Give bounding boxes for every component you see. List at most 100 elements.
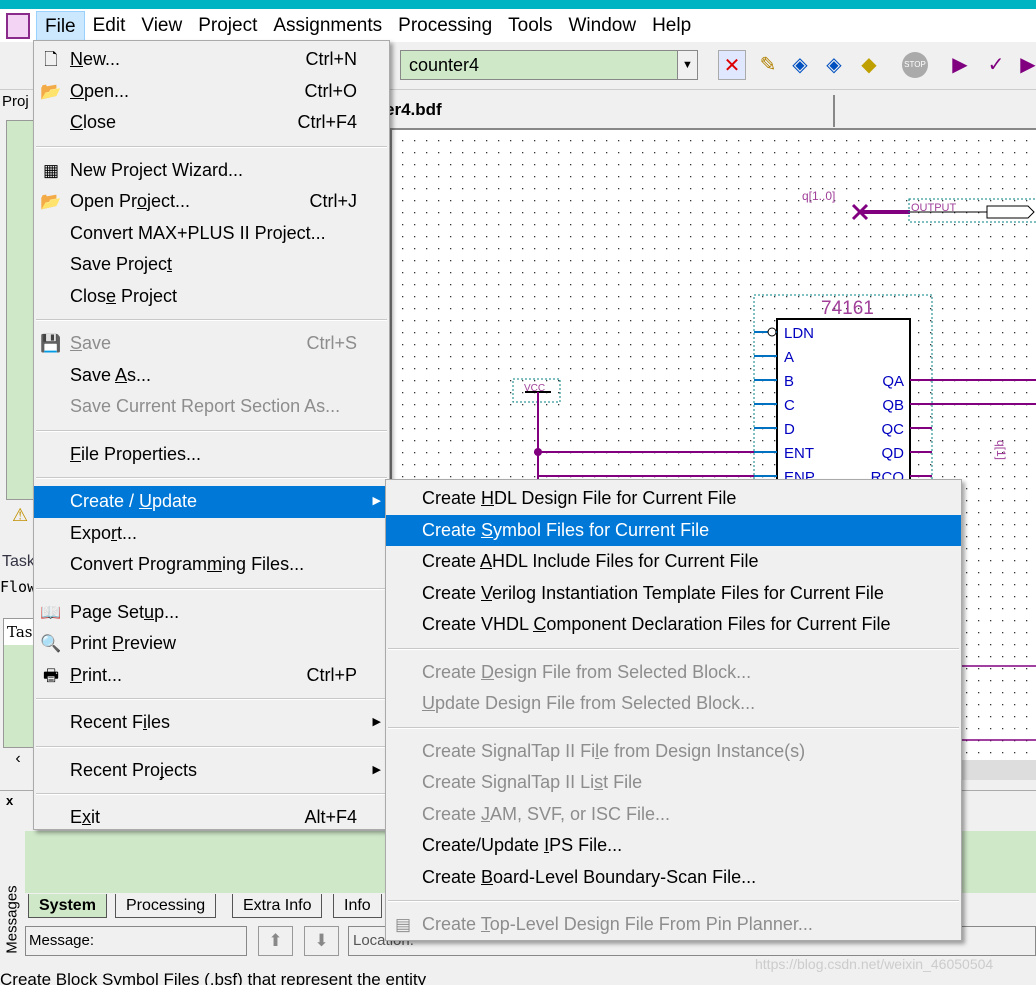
mnemonic-underline: [137, 208, 148, 209]
menu-item-create-board-level-boundary-scan-file[interactable]: Create Board-Level Boundary-Scan File...: [386, 862, 961, 894]
analysis-icon[interactable]: ✎: [754, 50, 782, 80]
mnemonic-underline: [160, 776, 165, 778]
stop-processing-icon[interactable]: ✕: [718, 50, 746, 80]
shortcut-label: Ctrl+J: [309, 191, 357, 211]
fitter-icon[interactable]: ◈: [820, 50, 848, 80]
next-message-icon[interactable]: ⬇: [304, 926, 339, 956]
menu-window[interactable]: Window: [561, 11, 645, 41]
menu-item-create-hdl-design-file-for-current-file[interactable]: Create HDL Design File for Current File: [386, 483, 961, 515]
project-tree[interactable]: [6, 120, 34, 500]
tasks-table[interactable]: Tas: [3, 618, 36, 748]
menu-item-save-current-report-section-as[interactable]: Save Current Report Section As...: [34, 391, 389, 423]
menu-item-file-properties[interactable]: File Properties...: [34, 439, 389, 471]
flow-label: Flow: [0, 578, 37, 596]
submenu-arrow-icon: ▶: [372, 763, 381, 776]
document-tab[interactable]: er4.bdf: [385, 95, 835, 127]
entity-combobox[interactable]: counter4 ▼: [400, 50, 698, 80]
menu-item-new[interactable]: 🗋 New... Ctrl+N: [34, 44, 389, 76]
menu-item-update-design-file-from-selected-block[interactable]: Update Design File from Selected Block..…: [386, 688, 961, 720]
menu-item-create-signaltap-ii-file-from-design-instance-s[interactable]: Create SignalTap II File from Design Ins…: [386, 736, 961, 768]
message-field[interactable]: Message:: [25, 926, 247, 956]
menu-item-save[interactable]: 💾 Save Ctrl+S: [34, 328, 389, 360]
menu-item-export[interactable]: Export...: [34, 518, 389, 550]
menu-item-create-update[interactable]: Create / Update ▶: [34, 486, 389, 518]
menu-help[interactable]: Help: [644, 11, 699, 41]
menu-separator: [34, 691, 389, 707]
menu-processing[interactable]: Processing: [390, 11, 500, 41]
menu-item-recent-files[interactable]: Recent Files ▶: [34, 707, 389, 739]
menu-project[interactable]: Project: [190, 11, 265, 41]
menu-item-label: Create / Update: [70, 491, 198, 511]
warning-icon[interactable]: ⚠: [12, 505, 28, 526]
title-bar: [0, 0, 1036, 9]
menu-item-save-project[interactable]: Save Project: [34, 249, 389, 281]
menu-separator: [34, 139, 389, 155]
menu-item-label: Create Board-Level Boundary-Scan File...: [422, 866, 757, 887]
menu-item-close[interactable]: Close Ctrl+F4: [34, 107, 389, 139]
scroll-left-icon[interactable]: ‹: [3, 750, 33, 772]
input-pin-a: A: [784, 349, 794, 366]
menu-item-convert-programming-files[interactable]: Convert Programming Files...: [34, 549, 389, 581]
mnemonic-underline: [143, 729, 148, 730]
input-pin-ent: ENT: [784, 445, 814, 462]
menu-edit[interactable]: Edit: [85, 11, 134, 41]
mnemonic-underline: [70, 350, 83, 351]
menu-item-create-ahdl-include-files-for-current-file[interactable]: Create AHDL Include Files for Current Fi…: [386, 546, 961, 578]
mnemonic-underline: [144, 618, 155, 620]
tab-system[interactable]: System: [28, 894, 107, 918]
menu-item-print-preview[interactable]: 🔍 Print Preview: [34, 628, 389, 660]
mnemonic-underline: [481, 599, 493, 601]
menu-separator: [34, 739, 389, 755]
project-navigator: Proj ⚠ Task Flow Tas ‹: [0, 90, 36, 790]
start-analysis-icon[interactable]: ✓: [982, 50, 1010, 80]
stop-icon[interactable]: STOP: [902, 52, 928, 78]
messages-title: Messages: [3, 885, 21, 954]
mnemonic-underline: [207, 571, 223, 572]
menu-item-create-top-level-design-file-from-pin-planner[interactable]: ▤ Create Top-Level Design File From Pin P…: [386, 909, 961, 941]
menu-item-page-setup[interactable]: 📖 Page Setup...: [34, 597, 389, 629]
menu-item-convert-max-plus-ii-project[interactable]: Convert MAX+PLUS II Project...: [34, 218, 389, 250]
dropdown-arrow-icon[interactable]: ▼: [677, 51, 697, 79]
previous-message-icon[interactable]: ⬆: [258, 926, 293, 956]
menu-tools[interactable]: Tools: [500, 11, 560, 41]
tab-extra-info[interactable]: Extra Info: [232, 894, 323, 918]
menu-item-open[interactable]: 📂 Open... Ctrl+O: [34, 76, 389, 108]
synthesis-icon[interactable]: ◈: [786, 50, 814, 80]
menu-item-recent-projects[interactable]: Recent Projects ▶: [34, 755, 389, 787]
input-pin-ldn: LDN: [784, 325, 814, 342]
start-compilation-icon[interactable]: ▶: [946, 50, 974, 80]
mnemonic-underline: [70, 66, 83, 67]
menu-view[interactable]: View: [133, 11, 190, 41]
mnemonic-underline: [70, 681, 83, 683]
menu-item-create-vhdl-component-declaration-files-for-current-file[interactable]: Create VHDL Component Declaration Files …: [386, 609, 961, 641]
menu-file[interactable]: File: [36, 10, 85, 41]
menu-item-create-design-file-from-selected-block[interactable]: Create Design File from Selected Block..…: [386, 657, 961, 689]
menu-item-create-jam-svf-or-isc-file[interactable]: Create JAM, SVF, or ISC File...: [386, 799, 961, 831]
menu-item-label: New Project Wizard...: [70, 159, 244, 180]
mnemonic-underline: [70, 129, 83, 130]
tab-processing[interactable]: Processing: [115, 894, 217, 918]
menu-item-create-update-ips-file[interactable]: Create/Update IPS File...: [386, 830, 961, 862]
menu-separator: [386, 720, 961, 736]
task-column-header[interactable]: Tas: [4, 619, 35, 645]
menu-item-print[interactable]: 🖶 Print... Ctrl+P: [34, 660, 389, 692]
assembler-icon[interactable]: ◆: [855, 50, 883, 80]
menu-item-create-verilog-instantiation-template-files-for-current-file[interactable]: Create Verilog Instantiation Template Fi…: [386, 578, 961, 610]
shortcut-label: Ctrl+N: [305, 49, 357, 69]
menu-item-save-as[interactable]: Save As...: [34, 360, 389, 392]
bus-label: q[1..0]: [802, 189, 835, 203]
shortcut-label: Ctrl+P: [306, 664, 357, 685]
menu-item-create-signaltap-ii-list-file[interactable]: Create SignalTap II List File: [386, 767, 961, 799]
inverter-bubble-icon: [767, 327, 777, 337]
menu-item-create-symbol-files-for-current-file[interactable]: Create Symbol Files for Current File: [386, 514, 961, 546]
menu-item-new-project-wizard[interactable]: ▦ New Project Wizard...: [34, 155, 389, 187]
menu-item-open-project[interactable]: 📂 Open Project... Ctrl+J: [34, 186, 389, 218]
mnemonic-underline: [115, 381, 128, 383]
tab-info[interactable]: Info: [333, 894, 382, 918]
close-panel-icon[interactable]: x: [6, 793, 13, 808]
timing-analyzer-icon[interactable]: ▶: [1014, 50, 1036, 80]
menu-item-exit[interactable]: Exit Alt+F4: [34, 802, 389, 834]
menu-item-close-project[interactable]: Close Project: [34, 281, 389, 313]
menu-assignments[interactable]: Assignments: [265, 11, 390, 41]
output-pin-qd: QD: [882, 445, 905, 462]
